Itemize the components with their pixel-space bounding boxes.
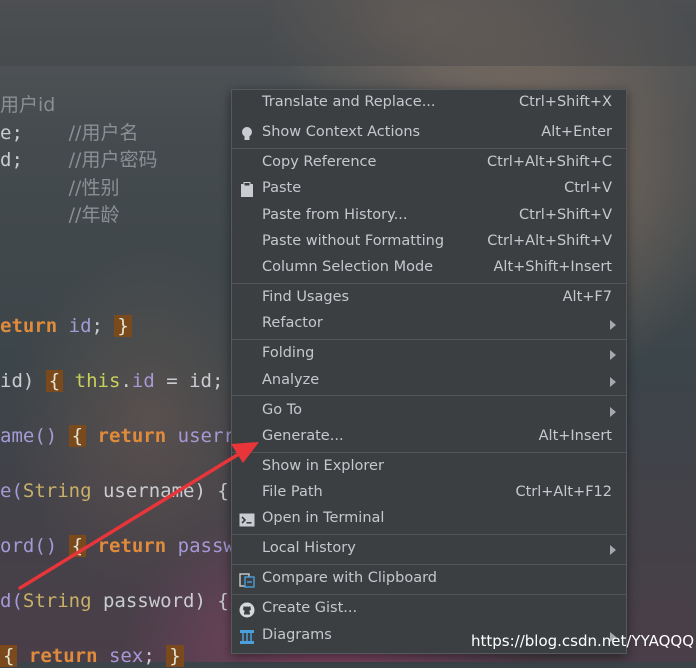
red-annotation-arrow bbox=[18, 442, 259, 590]
watermark-text: https://blog.csdn.net/YYAQQQ bbox=[471, 632, 695, 650]
